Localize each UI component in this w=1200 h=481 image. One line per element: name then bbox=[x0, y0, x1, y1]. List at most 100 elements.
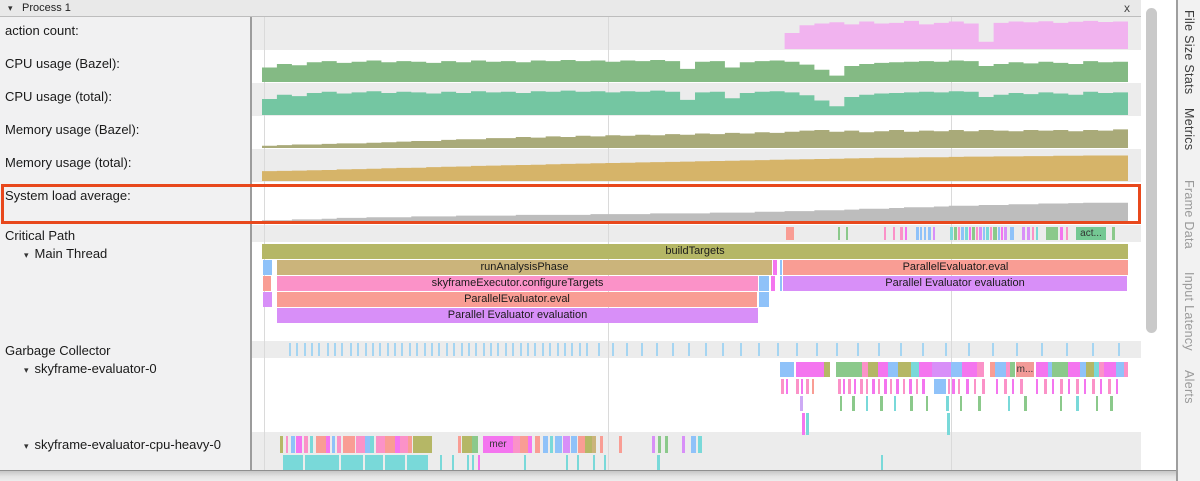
evaluator0-slice[interactable] bbox=[996, 379, 998, 394]
critical-path-slice[interactable] bbox=[893, 227, 895, 240]
evaluator0-slice[interactable] bbox=[911, 362, 919, 377]
cpu-heavy-slice[interactable] bbox=[343, 436, 355, 453]
gc-tick[interactable] bbox=[656, 343, 658, 356]
gc-tick[interactable] bbox=[1016, 343, 1018, 356]
critical-path-slice[interactable] bbox=[1036, 227, 1038, 240]
tab-alerts[interactable]: Alerts bbox=[1182, 370, 1196, 404]
gc-tick[interactable] bbox=[777, 343, 779, 356]
gc-tick[interactable] bbox=[365, 343, 367, 356]
critical-path-slice[interactable] bbox=[846, 227, 848, 240]
evaluator0-slice[interactable] bbox=[1012, 379, 1014, 394]
gc-tick[interactable] bbox=[379, 343, 381, 356]
gc-tick[interactable] bbox=[549, 343, 551, 356]
gc-tick[interactable] bbox=[387, 343, 389, 356]
gc-tick[interactable] bbox=[497, 343, 499, 356]
gc-tick[interactable] bbox=[836, 343, 838, 356]
critical-path-slice[interactable] bbox=[1112, 227, 1115, 240]
main-thread-slice[interactable] bbox=[263, 260, 272, 275]
gc-tick[interactable] bbox=[900, 343, 902, 356]
evaluator0-slice[interactable] bbox=[946, 396, 949, 411]
evaluator0-slice[interactable] bbox=[978, 396, 981, 411]
evaluator0-slice[interactable] bbox=[868, 362, 878, 377]
evaluator0-slice[interactable] bbox=[947, 413, 950, 435]
evaluator0-slice[interactable] bbox=[1068, 362, 1080, 377]
gc-tick[interactable] bbox=[289, 343, 291, 356]
critical-path-slice[interactable] bbox=[976, 227, 978, 240]
critical-path-slice[interactable] bbox=[1060, 227, 1063, 240]
gc-tick[interactable] bbox=[394, 343, 396, 356]
cpu-heavy-slice[interactable] bbox=[543, 436, 548, 453]
critical-path-slice[interactable] bbox=[954, 227, 957, 240]
cpu-heavy-slice[interactable] bbox=[337, 436, 341, 453]
cpu-heavy-slice[interactable] bbox=[528, 436, 532, 453]
evaluator0-slice[interactable] bbox=[958, 379, 960, 394]
evaluator0-slice[interactable] bbox=[866, 396, 868, 411]
evaluator0-slice[interactable] bbox=[977, 362, 984, 377]
main-thread-slice-labeled[interactable]: runAnalysisPhase bbox=[277, 260, 772, 275]
gc-tick[interactable] bbox=[992, 343, 994, 356]
evaluator0-slice[interactable] bbox=[1004, 379, 1007, 394]
collapse-arrow-icon[interactable]: ▾ bbox=[24, 250, 29, 260]
main-thread-slice-labeled[interactable]: Parallel Evaluator evaluation bbox=[783, 276, 1127, 291]
cpu-heavy-slice[interactable] bbox=[665, 436, 668, 453]
main-thread-slice-labeled[interactable]: ParallelEvaluator.eval bbox=[783, 260, 1128, 275]
evaluator0-slice[interactable] bbox=[960, 396, 962, 411]
cpu-heavy-slice[interactable] bbox=[440, 455, 442, 470]
cpu-heavy-slice[interactable] bbox=[881, 455, 883, 470]
gc-tick[interactable] bbox=[598, 343, 600, 356]
critical-path-slice[interactable] bbox=[924, 227, 926, 240]
tab-frame-data[interactable]: Frame Data bbox=[1182, 180, 1196, 249]
cpu-heavy-slice[interactable] bbox=[452, 455, 454, 470]
critical-path-slice[interactable] bbox=[986, 227, 989, 240]
cpu-heavy-slice[interactable] bbox=[283, 455, 303, 470]
evaluator0-slice[interactable] bbox=[909, 379, 912, 394]
gc-tick[interactable] bbox=[505, 343, 507, 356]
evaluator0-slice[interactable] bbox=[1008, 396, 1010, 411]
evaluator0-slice[interactable] bbox=[922, 379, 925, 394]
main-thread-slice[interactable] bbox=[263, 276, 271, 291]
cpu-heavy-slice[interactable] bbox=[458, 436, 461, 453]
vertical-scrollbar-thumb[interactable] bbox=[1146, 8, 1157, 333]
evaluator0-slice[interactable] bbox=[896, 379, 899, 394]
gc-tick[interactable] bbox=[461, 343, 463, 356]
evaluator0-slice[interactable] bbox=[843, 379, 845, 394]
evaluator0-slice[interactable] bbox=[780, 362, 794, 377]
gc-tick[interactable] bbox=[626, 343, 628, 356]
cpu-heavy-slice[interactable] bbox=[682, 436, 685, 453]
critical-path-slice[interactable] bbox=[1010, 227, 1014, 240]
evaluator0-slice[interactable] bbox=[1052, 362, 1068, 377]
cpu-heavy-slice[interactable] bbox=[658, 436, 661, 453]
critical-path-slice[interactable] bbox=[1004, 227, 1007, 240]
tab-metrics[interactable]: Metrics bbox=[1182, 108, 1196, 150]
gc-tick[interactable] bbox=[350, 343, 352, 356]
evaluator0-slice[interactable] bbox=[1020, 379, 1023, 394]
gc-tick[interactable] bbox=[512, 343, 514, 356]
gc-tick[interactable] bbox=[520, 343, 522, 356]
critical-path-slice[interactable] bbox=[1046, 227, 1058, 240]
gc-tick[interactable] bbox=[796, 343, 798, 356]
cpu-heavy-slice[interactable] bbox=[356, 436, 365, 453]
cpu-heavy-slice[interactable] bbox=[550, 436, 553, 453]
critical-path-slice-labeled[interactable]: act... bbox=[1076, 227, 1106, 240]
evaluator0-slice[interactable] bbox=[1068, 379, 1070, 394]
main-thread-slice[interactable] bbox=[759, 276, 769, 291]
evaluator0-slice[interactable] bbox=[1096, 396, 1098, 411]
critical-path-slice[interactable] bbox=[1001, 227, 1003, 240]
evaluator0-slice[interactable] bbox=[800, 396, 803, 411]
gc-tick[interactable] bbox=[409, 343, 411, 356]
gc-tick[interactable] bbox=[446, 343, 448, 356]
evaluator0-slice[interactable] bbox=[890, 379, 892, 394]
evaluator0-slice[interactable] bbox=[1100, 379, 1102, 394]
critical-path-slice[interactable] bbox=[838, 227, 840, 240]
evaluator0-slice[interactable] bbox=[888, 362, 898, 377]
evaluator0-slice[interactable] bbox=[802, 413, 805, 435]
gc-tick[interactable] bbox=[468, 343, 470, 356]
cpu-heavy-slice[interactable] bbox=[400, 436, 408, 453]
critical-path-slice[interactable] bbox=[969, 227, 971, 240]
mem-total-chart[interactable] bbox=[262, 152, 1128, 181]
cpu-heavy-slice[interactable] bbox=[652, 436, 655, 453]
evaluator0-slice[interactable] bbox=[1116, 362, 1124, 377]
critical-path-slice[interactable] bbox=[920, 227, 922, 240]
evaluator0-slice[interactable] bbox=[1060, 396, 1062, 411]
evaluator0-slice[interactable] bbox=[806, 413, 809, 435]
